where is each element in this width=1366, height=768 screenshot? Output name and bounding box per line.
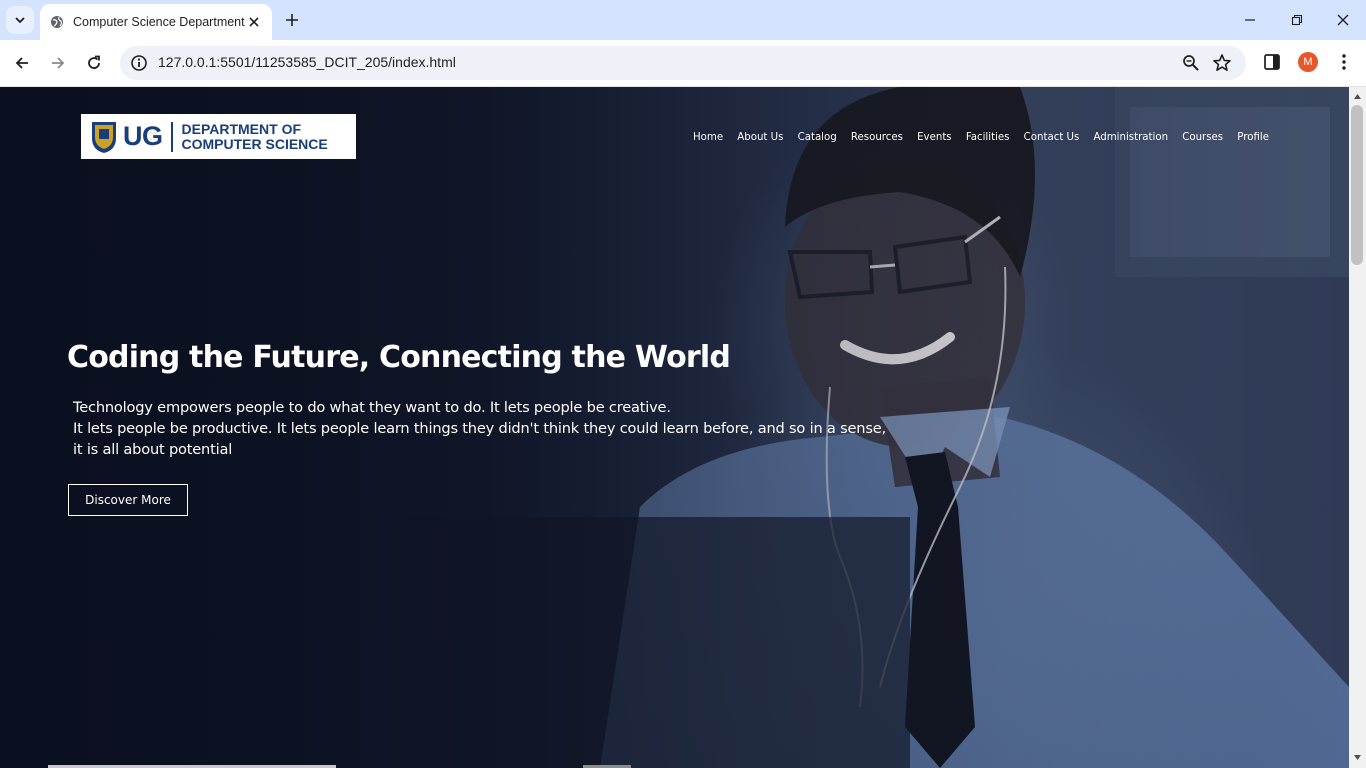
restore-icon <box>1291 14 1303 26</box>
close-icon <box>1337 14 1349 26</box>
tab-title: Computer Science Department <box>73 15 245 29</box>
browser-toolbar: 127.0.0.1:5501/11253585_DCIT_205/index.h… <box>0 40 1366 87</box>
scroll-up-arrow-icon[interactable] <box>1353 92 1362 101</box>
tab-search-button[interactable] <box>6 6 34 34</box>
nav-courses[interactable]: Courses <box>1182 132 1223 143</box>
scrollbar-thumb[interactable] <box>1351 105 1363 265</box>
nav-contact-us[interactable]: Contact Us <box>1024 132 1080 143</box>
profile-avatar[interactable]: M <box>1298 52 1318 72</box>
chevron-down-icon <box>15 17 25 24</box>
hero-lead-text: Technology empowers people to do what th… <box>73 397 886 460</box>
back-button[interactable] <box>10 51 34 75</box>
info-icon[interactable] <box>130 54 148 72</box>
nav-profile[interactable]: Profile <box>1237 132 1269 143</box>
browser-tab-strip: Computer Science Department <box>0 0 1366 40</box>
scroll-down-arrow-icon[interactable] <box>1353 753 1362 762</box>
minimize-icon <box>1245 19 1255 21</box>
logo-line-1: DEPARTMENT OF <box>181 120 302 137</box>
nav-events[interactable]: Events <box>917 132 952 143</box>
logo-line-2: COMPUTER SCIENCE <box>181 135 328 152</box>
forward-button[interactable] <box>46 51 70 75</box>
nav-home[interactable]: Home <box>693 132 723 143</box>
logo-mark: UG <box>123 121 163 151</box>
arrow-right-icon <box>52 57 65 69</box>
discover-more-button[interactable]: Discover More <box>68 484 188 516</box>
hero-lead-line: It lets people be productive. It lets pe… <box>73 420 886 437</box>
logo-department-name: DEPARTMENT OF COMPUTER SCIENCE <box>181 120 328 152</box>
address-bar[interactable]: 127.0.0.1:5501/11253585_DCIT_205/index.h… <box>120 46 1246 80</box>
department-logo[interactable]: UG DEPARTMENT OF COMPUTER SCIENCE <box>81 114 356 159</box>
zoom-icon[interactable] <box>1182 54 1200 72</box>
tab-close-button[interactable] <box>246 14 262 30</box>
logo-divider <box>170 121 173 152</box>
arrow-left-icon <box>15 57 28 69</box>
nav-about-us[interactable]: About Us <box>737 132 783 143</box>
globe-icon <box>51 16 63 28</box>
main-navigation: Home About Us Catalog Resources Events F… <box>693 132 1283 143</box>
hero-lead-line: it is all about potential <box>73 441 233 458</box>
hero-lead-line: Technology empowers people to do what th… <box>73 399 671 416</box>
nav-administration[interactable]: Administration <box>1094 132 1169 143</box>
restore-button[interactable] <box>1285 8 1309 32</box>
nav-facilities[interactable]: Facilities <box>966 132 1010 143</box>
university-crest-icon <box>92 121 116 153</box>
page-viewport: UG DEPARTMENT OF COMPUTER SCIENCE Home A… <box>0 87 1349 768</box>
hero-headline: Coding the Future, Connecting the World <box>67 340 731 375</box>
window-close-button[interactable] <box>1331 8 1355 32</box>
nav-catalog[interactable]: Catalog <box>798 132 837 143</box>
vertical-scrollbar[interactable] <box>1349 87 1366 768</box>
plus-icon <box>286 14 298 26</box>
minimize-button[interactable] <box>1238 8 1262 32</box>
new-tab-button[interactable] <box>282 10 302 30</box>
browser-tab[interactable]: Computer Science Department <box>40 4 272 40</box>
more-menu-icon[interactable] <box>1334 52 1354 72</box>
nav-resources[interactable]: Resources <box>851 132 903 143</box>
reload-icon <box>88 55 100 69</box>
bookmark-star-icon[interactable] <box>1212 53 1232 73</box>
url-text[interactable]: 127.0.0.1:5501/11253585_DCIT_205/index.h… <box>158 54 456 70</box>
reload-button[interactable] <box>82 51 106 75</box>
close-icon <box>249 17 259 27</box>
side-panel-icon[interactable] <box>1262 52 1282 72</box>
